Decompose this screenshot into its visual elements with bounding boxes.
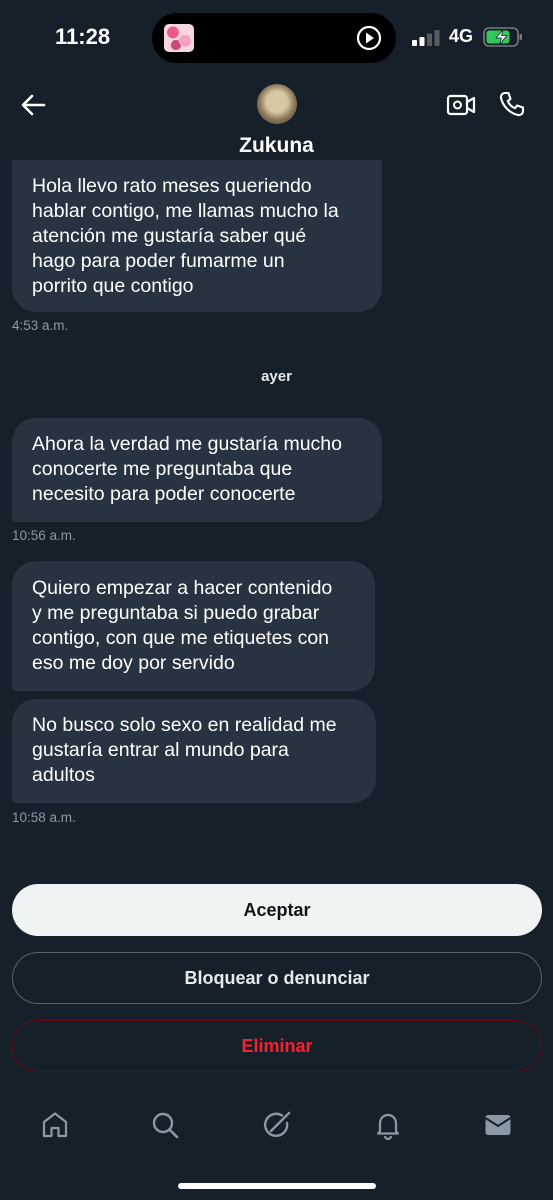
network-type: 4G (449, 26, 474, 46)
avatar[interactable] (257, 84, 297, 124)
message-bubble[interactable]: Hola llevo rato meses queriendo hablar c… (12, 160, 382, 312)
search-icon[interactable] (150, 1110, 180, 1140)
status-bar: 11:28 4G (0, 0, 553, 78)
play-icon[interactable] (356, 25, 382, 51)
home-icon[interactable] (40, 1110, 70, 1140)
phone-icon[interactable] (498, 90, 526, 118)
delete-button[interactable]: Eliminar (12, 1020, 542, 1072)
status-time: 11:28 (55, 24, 111, 49)
message-timestamp: 4:53 a.m. (12, 318, 69, 333)
arrow-left-icon[interactable] (18, 90, 48, 120)
conversation-header: Zukuna (0, 78, 553, 164)
media-thumbnail (164, 24, 194, 52)
message-bubble[interactable]: Quiero empezar a hacer contenido y me pr… (12, 561, 375, 691)
contact-name[interactable]: Zukuna (0, 134, 553, 158)
grok-icon[interactable] (262, 1110, 292, 1140)
video-call-icon[interactable] (446, 92, 476, 118)
battery-charging-icon (483, 27, 522, 47)
message-timestamp: 10:56 a.m. (12, 528, 76, 543)
accept-button[interactable]: Aceptar (12, 884, 542, 936)
notifications-icon[interactable] (373, 1110, 403, 1140)
dynamic-island[interactable] (152, 13, 396, 63)
message-bubble[interactable]: No busco solo sexo en realidad me gustar… (12, 699, 376, 803)
block-or-report-button[interactable]: Bloquear o denunciar (12, 952, 542, 1004)
home-indicator[interactable] (178, 1183, 376, 1189)
signal-icon (412, 30, 440, 46)
message-bubble[interactable]: Ahora la verdad me gustaría mucho conoce… (12, 418, 382, 522)
messages-icon[interactable] (483, 1110, 513, 1140)
day-separator: ayer (261, 368, 292, 385)
message-timestamp: 10:58 a.m. (12, 810, 76, 825)
